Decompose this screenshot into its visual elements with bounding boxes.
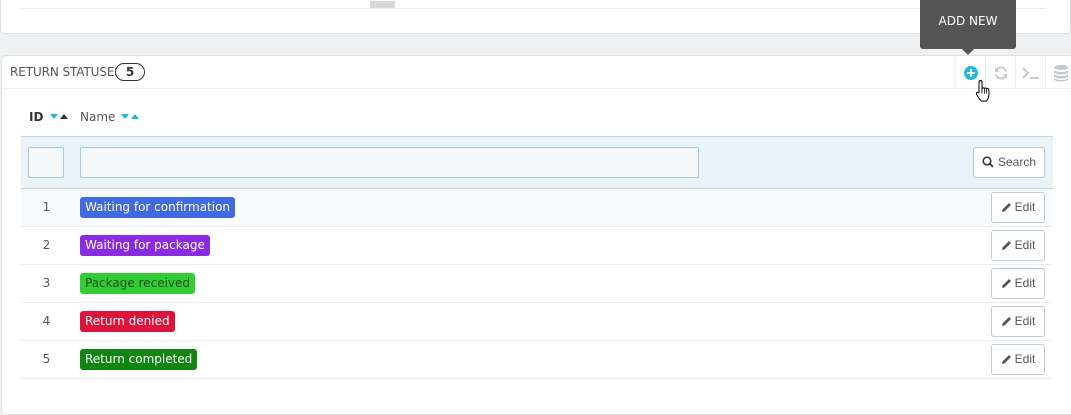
edit-button[interactable]: Edit <box>991 191 1045 223</box>
row-id: 5 <box>21 340 72 379</box>
id-header-label: ID <box>29 109 44 124</box>
edit-button[interactable]: Edit <box>991 305 1045 337</box>
id-column-header: ID <box>21 98 72 136</box>
table-row[interactable]: 5 Return completed Edit <box>21 340 1053 379</box>
table-row[interactable]: 1 Waiting for confirmation Edit <box>21 188 1053 227</box>
actions-column-header <box>942 98 1053 136</box>
status-label: Waiting for package <box>80 234 210 256</box>
table-row[interactable]: 4 Return denied Edit <box>21 302 1053 341</box>
pencil-icon <box>1001 278 1011 288</box>
return-statuses-table: ID Name Search 1 Waiting for confirmatio… <box>21 98 1053 379</box>
database-icon <box>1053 64 1068 81</box>
count-badge: 5 <box>115 63 145 81</box>
edit-label: Edit <box>1014 352 1036 366</box>
row-id: 1 <box>21 188 72 227</box>
search-label: Search <box>997 155 1037 169</box>
edit-button[interactable]: Edit <box>991 343 1045 375</box>
status-label: Return completed <box>80 348 198 370</box>
edit-label: Edit <box>1014 314 1036 328</box>
plus-circle-icon <box>963 65 978 80</box>
add-new-tooltip: ADD NEW <box>920 0 1016 55</box>
hand-cursor-icon <box>975 79 990 102</box>
export-button[interactable] <box>1045 56 1071 89</box>
status-label: Return denied <box>80 310 175 332</box>
panel-title: RETURN STATUSES <box>10 65 122 79</box>
pencil-icon <box>1001 240 1011 250</box>
row-id: 3 <box>21 264 72 303</box>
filter-row: Search <box>21 135 1053 189</box>
status-label: Package received <box>80 272 196 294</box>
pencil-icon <box>1001 354 1011 364</box>
tooltip-text: ADD NEW <box>938 14 998 28</box>
scroll-stub <box>370 1 395 8</box>
row-id: 2 <box>21 226 72 265</box>
previous-panel <box>0 0 1071 34</box>
pencil-icon <box>1001 202 1011 212</box>
edit-label: Edit <box>1014 238 1036 252</box>
pencil-icon <box>1001 316 1011 326</box>
edit-button[interactable]: Edit <box>991 229 1045 261</box>
refresh-icon <box>994 66 1007 79</box>
panel-toolbar <box>955 56 1071 89</box>
row-id: 4 <box>21 302 72 341</box>
sql-query-button[interactable] <box>1015 56 1045 89</box>
panel-heading: RETURN STATUSES 5 <box>2 56 1071 89</box>
divider <box>21 8 1046 9</box>
edit-label: Edit <box>1014 276 1036 290</box>
status-label: Waiting for confirmation <box>80 196 236 218</box>
edit-button[interactable]: Edit <box>991 267 1045 299</box>
name-header-label: Name <box>80 109 116 124</box>
sort-arrows-icon[interactable] <box>121 113 140 121</box>
search-button[interactable]: Search <box>973 146 1045 178</box>
id-filter-input[interactable] <box>28 146 64 178</box>
edit-label: Edit <box>1014 200 1036 214</box>
header-row: ID Name <box>21 98 1053 136</box>
name-filter-input[interactable] <box>80 146 699 178</box>
search-icon <box>982 156 994 168</box>
terminal-icon <box>1021 66 1039 79</box>
table-row[interactable]: 2 Waiting for package Edit <box>21 226 1053 265</box>
sort-arrows-icon[interactable] <box>49 113 68 121</box>
name-column-header: Name <box>72 98 942 136</box>
table-row[interactable]: 3 Package received Edit <box>21 264 1053 303</box>
